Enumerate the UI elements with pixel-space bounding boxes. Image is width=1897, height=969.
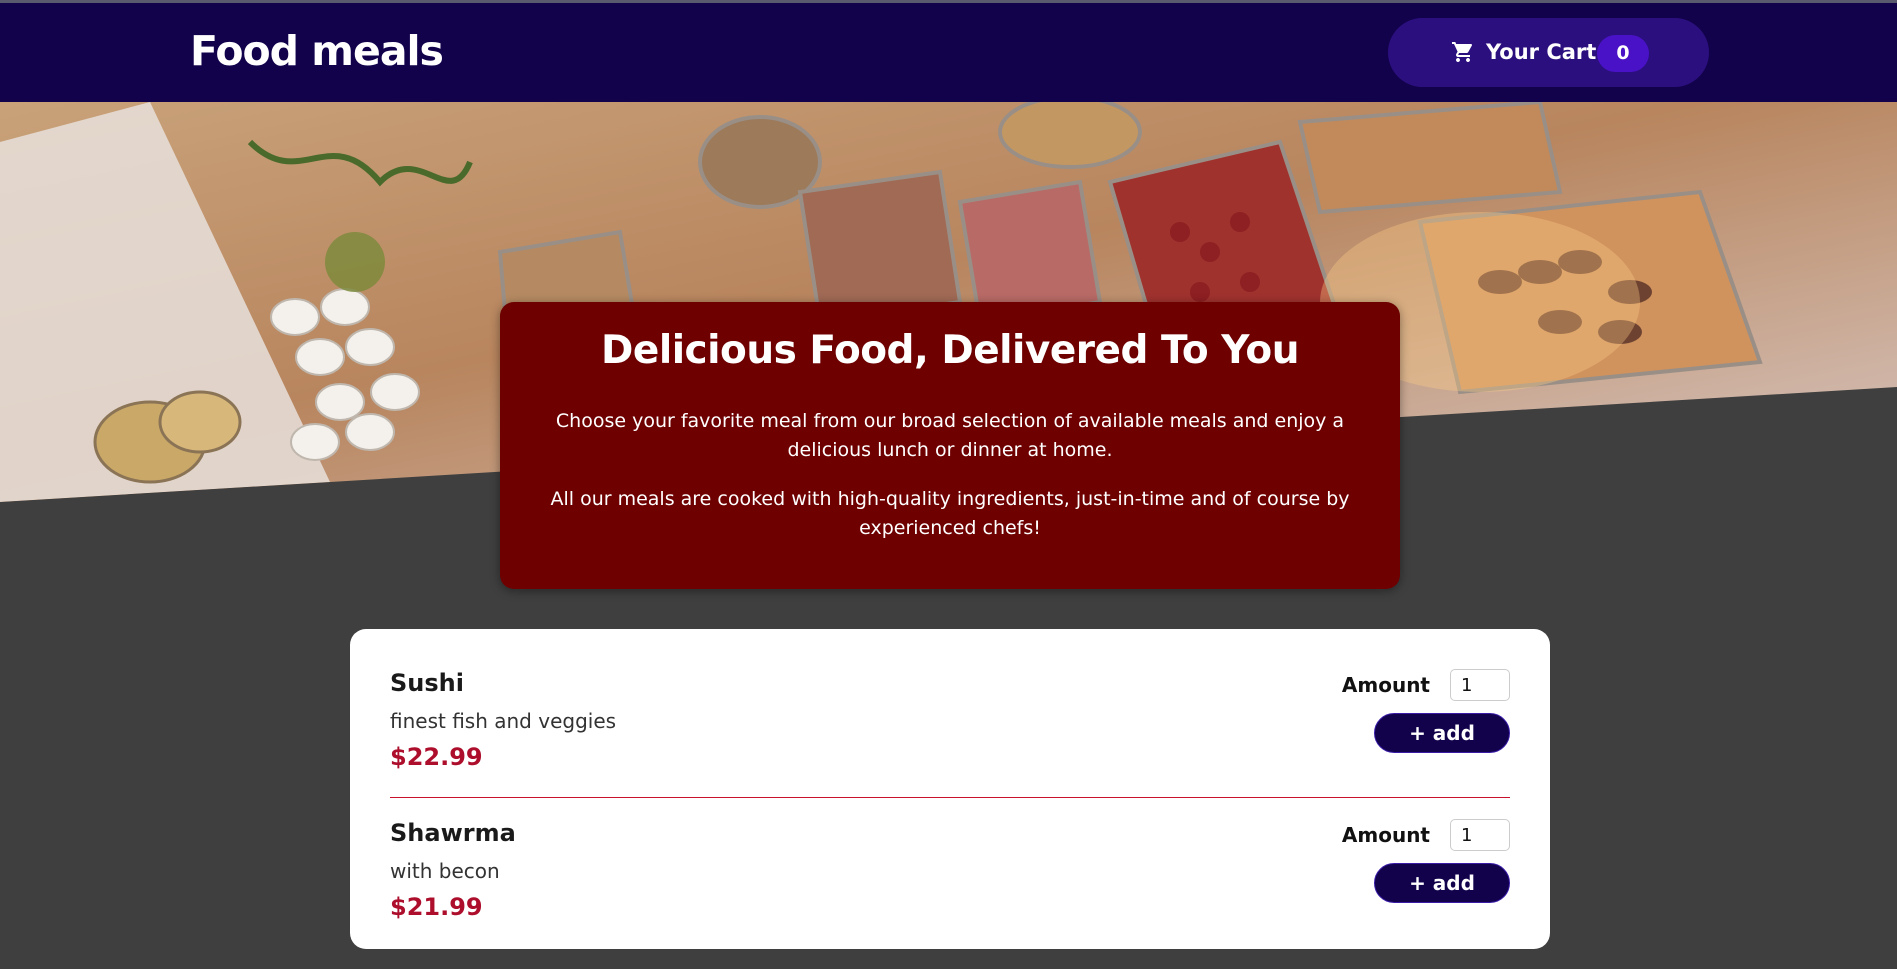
intro-paragraph: All our meals are cooked with high-quali… bbox=[550, 488, 1350, 539]
meal-name: Shawrma bbox=[390, 819, 516, 847]
amount-input[interactable] bbox=[1450, 669, 1510, 701]
amount-label: Amount bbox=[1341, 823, 1430, 847]
meal-item: Shawrma with becon $21.99 Amount + add bbox=[390, 819, 1510, 969]
add-to-cart-button[interactable]: + add bbox=[1374, 863, 1510, 903]
cart-count-badge: 0 bbox=[1597, 35, 1649, 72]
intro-paragraph: Choose your favorite meal from our broad… bbox=[555, 410, 1345, 461]
meal-price: $21.99 bbox=[390, 893, 483, 921]
shopping-cart-icon bbox=[1452, 42, 1473, 62]
cart-button[interactable]: Your Cart 0 bbox=[1388, 18, 1709, 87]
meal-description: finest fish and veggies bbox=[390, 709, 617, 733]
intro-title: Delicious Food, Delivered To You bbox=[601, 328, 1299, 373]
meal-name: Sushi bbox=[390, 669, 464, 697]
header: Food meals Your Cart 0 bbox=[0, 3, 1897, 102]
cart-label: Your Cart bbox=[1486, 40, 1597, 64]
meal-description: with becon bbox=[390, 859, 500, 883]
brand-title: Food meals bbox=[190, 27, 444, 75]
add-to-cart-button[interactable]: + add bbox=[1374, 713, 1510, 753]
intro-summary: Delicious Food, Delivered To You Choose … bbox=[500, 302, 1400, 589]
meals-list: Sushi finest fish and veggies $22.99 Amo… bbox=[350, 629, 1550, 949]
meal-price: $22.99 bbox=[390, 743, 483, 771]
amount-input[interactable] bbox=[1450, 819, 1510, 851]
amount-label: Amount bbox=[1341, 673, 1430, 697]
meal-item: Sushi finest fish and veggies $22.99 Amo… bbox=[390, 669, 1510, 798]
